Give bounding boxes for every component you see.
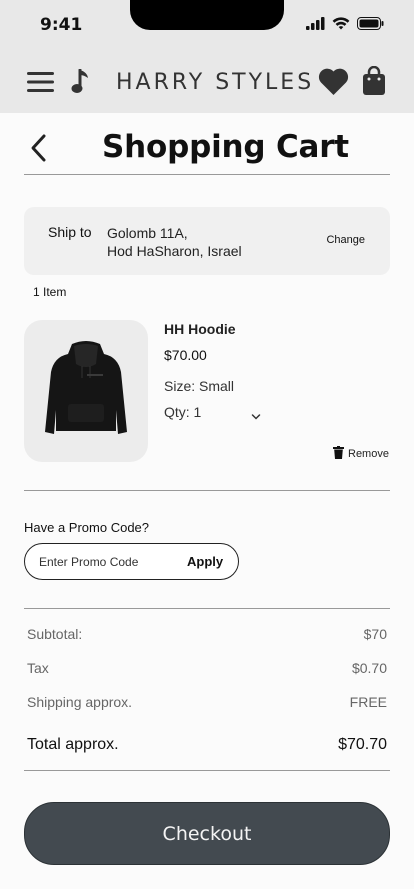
remove-item-button[interactable]: Remove — [333, 446, 389, 462]
subtotal-value: $70 — [363, 626, 387, 642]
status-time: 9:41 — [40, 15, 83, 35]
ship-to-card: Ship to Golomb 11A, Hod HaSharon, Israel… — [24, 207, 390, 275]
tax-label: Tax — [27, 660, 49, 676]
item-divider — [24, 490, 390, 491]
total-label: Total approx. — [27, 736, 119, 753]
brand-logo-text[interactable]: HARRY STYLES — [116, 70, 314, 95]
wifi-icon — [332, 17, 350, 35]
shipping-value: FREE — [349, 694, 387, 710]
promo-code-box: Apply — [24, 543, 239, 580]
apply-promo-button[interactable]: Apply — [187, 554, 223, 569]
checkout-button[interactable]: Checkout — [24, 802, 390, 865]
change-address-link[interactable]: Change — [326, 234, 365, 246]
product-name[interactable]: HH Hoodie — [164, 321, 236, 337]
heart-icon[interactable] — [318, 68, 349, 101]
music-note-icon[interactable] — [71, 68, 91, 100]
summary-divider — [24, 770, 390, 771]
total-row: Total approx. $70.70 — [27, 736, 387, 754]
trash-icon — [333, 446, 344, 462]
battery-icon — [357, 17, 384, 35]
subtotal-label: Subtotal: — [27, 626, 83, 642]
remove-label: Remove — [348, 448, 389, 460]
ship-to-address: Golomb 11A, Hod HaSharon, Israel — [107, 224, 307, 260]
shopping-bag-icon[interactable] — [362, 65, 386, 101]
product-image[interactable] — [24, 320, 148, 462]
back-chevron-icon[interactable] — [28, 133, 48, 168]
shipping-row: Shipping approx. FREE — [27, 694, 387, 710]
ship-to-label: Ship to — [48, 224, 92, 240]
status-bar: 9:41 — [0, 0, 414, 50]
promo-heading: Have a Promo Code? — [24, 520, 150, 535]
page-title: Shopping Cart — [102, 129, 349, 165]
hamburger-menu-icon[interactable] — [27, 71, 54, 98]
product-size: Size: Small — [164, 378, 235, 394]
total-value: $70.70 — [338, 736, 387, 753]
hoodie-image — [45, 341, 127, 434]
shipping-label: Shipping approx. — [27, 694, 133, 710]
device-notch — [130, 0, 284, 30]
address-line-1: Golomb 11A, — [107, 225, 188, 241]
title-divider — [24, 174, 390, 175]
subtotal-row: Subtotal: $70 — [27, 626, 387, 642]
signal-icon — [306, 17, 325, 35]
cart-item-count: 1 Item — [33, 285, 67, 299]
product-price: $70.00 — [164, 347, 207, 363]
promo-divider — [24, 608, 390, 609]
address-line-2: Hod HaSharon, Israel — [107, 243, 242, 259]
quantity-selector[interactable]: Qty: 1 — [164, 404, 264, 420]
tax-row: Tax $0.70 — [27, 660, 387, 676]
app-header: HARRY STYLES — [0, 50, 414, 113]
tax-value: $0.70 — [351, 660, 387, 676]
status-icons — [306, 17, 384, 35]
chevron-down-icon[interactable] — [251, 408, 261, 426]
promo-code-input[interactable] — [39, 552, 174, 572]
